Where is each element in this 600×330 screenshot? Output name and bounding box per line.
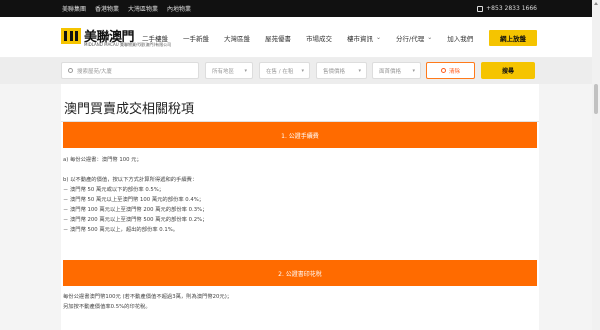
section-heading-notary-fee: 1. 公證手續費 xyxy=(63,122,537,148)
chevron-down-icon: ▾ xyxy=(412,67,415,74)
search-icon xyxy=(68,68,73,73)
sale-price-value: 售價價格 xyxy=(323,68,346,75)
top-bar: 美聯集團 香港物業 大灣區物業 內地物業 +853 2833 1666 xyxy=(0,0,600,17)
chevron-down-icon: ⌄ xyxy=(427,34,433,41)
search-button[interactable]: 搜尋 xyxy=(481,62,535,79)
rent-price-select[interactable]: 面首價格 ▾ xyxy=(372,62,421,79)
nav-item-join[interactable]: 加入我們 xyxy=(447,33,473,43)
phone-number: +853 2833 1666 xyxy=(486,5,537,12)
section-body-notary-fee: a) 每份公證書：澳門幣 100 元； b) 以不動產的價值，按以下方式計算所得… xyxy=(63,155,207,235)
nav-item-gba[interactable]: 大灣區盤 xyxy=(224,33,250,43)
text-line: － 澳門幣 100 萬元以上至澳門幣 200 萬元的部份率 0.3%； xyxy=(63,207,208,213)
link-mainland[interactable]: 內地物業 xyxy=(167,4,191,13)
clear-button[interactable]: 清除 xyxy=(426,62,475,79)
scroll-up-icon[interactable] xyxy=(594,2,598,5)
online-listing-button[interactable]: 網上放盤 xyxy=(489,30,537,46)
nav-item-secondhand[interactable]: 二手樓盤 xyxy=(142,33,168,43)
link-hk[interactable]: 香港物業 xyxy=(95,4,119,13)
nav-item-branches[interactable]: 分行/代理 ⌄ xyxy=(396,33,432,43)
text-line: b) 以不動產的價值，按以下方式計算所得遞和的手續費： xyxy=(63,177,198,183)
district-value: 所有地區 xyxy=(212,68,235,75)
nav-item-market-info[interactable]: 樓市資訊 ⌄ xyxy=(347,33,381,43)
nav-item-estates[interactable]: 屋苑優書 xyxy=(265,33,291,43)
nav-label: 大灣區盤 xyxy=(224,34,250,43)
text-line: － 澳門幣 200 萬元以上至澳門幣 500 萬元的部份率 0.2%； xyxy=(63,217,208,223)
sale-rent-select[interactable]: 在售 / 在租 ▾ xyxy=(259,62,310,79)
nav-label: 一手新盤 xyxy=(183,34,209,43)
text-line: － 澳門幣 50 萬元以上至澳門幣 100 萬元的部份率 0.4%； xyxy=(63,197,205,203)
link-gba[interactable]: 大灣區物業 xyxy=(128,4,158,13)
chevron-down-icon: ▾ xyxy=(301,67,304,74)
group-links: 美聯集團 香港物業 大灣區物業 內地物業 xyxy=(62,4,200,13)
chevron-down-icon: ▾ xyxy=(244,67,247,74)
chevron-down-icon: ▾ xyxy=(358,67,361,74)
link-group[interactable]: 美聯集團 xyxy=(62,4,86,13)
nav-item-transactions[interactable]: 市場成交 xyxy=(306,33,332,43)
page-title: 澳門買賣成交相關稅項 xyxy=(64,102,195,117)
district-select[interactable]: 所有地區 ▾ xyxy=(205,62,253,79)
content-panel: 澳門買賣成交相關稅項 1. 公證手續費 a) 每份公證書：澳門幣 100 元； … xyxy=(61,84,539,330)
text-line: a) 每份公證書：澳門幣 100 元； xyxy=(63,157,142,163)
main-nav: 二手樓盤 一手新盤 大灣區盤 屋苑優書 市場成交 樓市資訊 ⌄ 分行/代理 ⌄ 加入… xyxy=(142,17,488,58)
section-heading-stamp-duty: 2. 公證書印花稅 xyxy=(63,260,537,286)
phone-contact[interactable]: +853 2833 1666 xyxy=(477,0,537,17)
nav-label: 樓市資訊 xyxy=(347,34,373,43)
rent-price-value: 面首價格 xyxy=(379,68,402,75)
nav-item-new[interactable]: 一手新盤 xyxy=(183,33,209,43)
page-scrollbar[interactable] xyxy=(592,0,600,330)
nav-label: 屋苑優書 xyxy=(265,34,291,43)
nav-label: 分行/代理 xyxy=(396,34,425,43)
scrollbar-thumb[interactable] xyxy=(594,84,598,114)
nav-label: 加入我們 xyxy=(447,34,474,43)
logo-mark-icon xyxy=(61,28,81,44)
sale-price-select[interactable]: 售價價格 ▾ xyxy=(316,62,367,79)
nav-label: 市場成交 xyxy=(306,34,332,43)
type-value: 在售 / 在租 xyxy=(266,68,294,75)
chevron-down-icon: ⌄ xyxy=(376,34,382,41)
text-line: 另加按不動產價值率0.5%的印花稅。 xyxy=(63,304,151,310)
section-body-stamp-duty: 每份公證書澳門幣100元 (若不動產價值不超過3萬，則為澳門幣20元)； 另加按… xyxy=(63,292,232,312)
clear-label: 清除 xyxy=(448,68,460,75)
text-line xyxy=(63,165,207,175)
search-bar: 搜索屋苑/大廈 所有地區 ▾ 在售 / 在租 ▾ 售價價格 ▾ 面首價格 ▾ 清… xyxy=(0,58,600,84)
phone-icon xyxy=(477,5,484,12)
text-line: － 澳門幣 50 萬元或以下的部份率 0.5%； xyxy=(63,187,165,193)
keyword-placeholder: 搜索屋苑/大廈 xyxy=(77,68,112,75)
site-header: 美聯澳門 MIDLAND MACAU 美聯物業代理(澳門)有限公司 二手樓盤 一… xyxy=(0,17,600,58)
logo[interactable]: 美聯澳門 MIDLAND MACAU 美聯物業代理(澳門)有限公司 xyxy=(61,25,171,51)
text-line: － 澳門幣 500 萬元以上，超出的部份率 0.1%。 xyxy=(63,227,179,233)
keyword-search-input[interactable]: 搜索屋苑/大廈 xyxy=(61,62,199,79)
nav-label: 二手樓盤 xyxy=(142,34,168,43)
reset-icon xyxy=(440,68,446,73)
text-line: 每份公證書澳門幣100元 (若不動產價值不超過3萬，則為澳門幣20元)； xyxy=(63,294,233,300)
